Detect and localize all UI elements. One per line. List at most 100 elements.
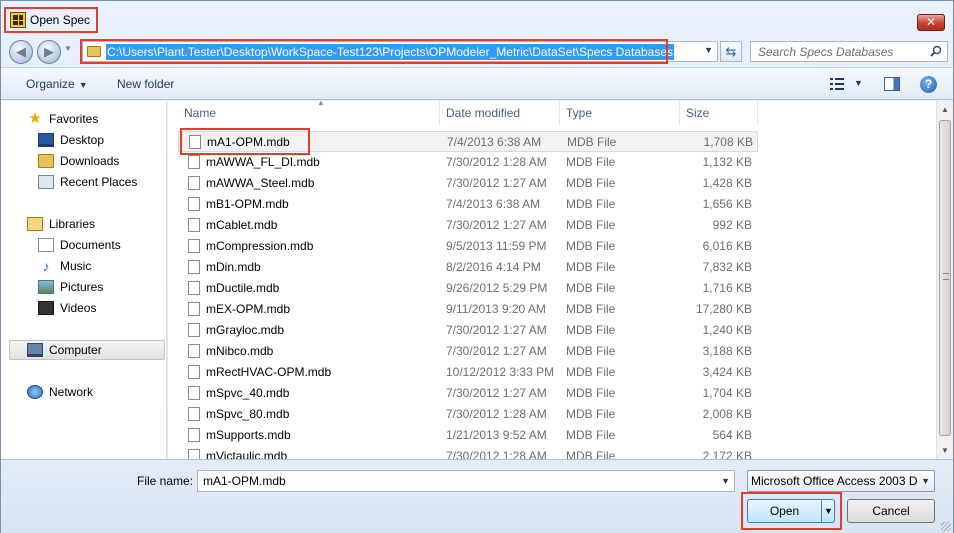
file-size: 1,704 KB [702,386,752,400]
file-size: 1,240 KB [702,323,752,337]
file-row[interactable]: mSpvc_40.mdb 7/30/2012 1:27 AM MDB File 1,7… [178,383,758,404]
file-date-modified: 8/2/2016 4:14 PM [446,260,541,274]
file-date-modified: 7/30/2012 1:27 AM [446,218,547,232]
file-type: MDB File [566,407,616,421]
file-row[interactable]: mCompression.mdb 9/5/2013 11:59 PM MDB Fil… [178,236,758,257]
address-dropdown-icon[interactable]: ▼ [704,45,713,55]
search-input[interactable]: Search Specs Databases [750,41,948,62]
scroll-up-icon[interactable]: ▲ [937,101,953,118]
address-row: ◀ ▶ ▼ C:\Users\Plant.Tester\Desktop\Work… [1,35,953,67]
library-icon [27,217,43,231]
column-header-name[interactable]: Name ▲ [178,101,440,125]
file-row[interactable]: mSupports.mdb 1/21/2013 9:52 AM MDB File 56… [178,425,758,446]
nav-libraries[interactable]: Libraries [27,214,95,234]
file-date-modified: 9/5/2013 11:59 PM [446,239,547,253]
scroll-thumb[interactable] [939,120,951,436]
file-icon [188,344,200,358]
search-icon[interactable] [930,45,942,57]
file-icon [188,449,200,459]
file-icon [188,302,200,316]
nav-recent-places[interactable]: Recent Places [38,172,137,192]
file-name: mSupports.mdb [206,428,291,442]
nav-recent-label: Recent Places [60,175,138,189]
file-icon [188,428,200,442]
file-date-modified: 7/4/2013 6:38 AM [446,197,541,211]
file-icon [188,386,200,400]
close-button[interactable]: ✕ [917,14,945,31]
file-name-dropdown-icon[interactable]: ▼ [721,476,730,486]
file-type: MDB File [566,386,616,400]
cancel-button[interactable]: Cancel [847,499,935,523]
organize-label: Organize [26,77,75,91]
file-type-select[interactable]: Microsoft Office Access 2003 D ▼ [747,470,935,492]
nav-desktop[interactable]: Desktop [38,130,104,150]
file-name: mCompression.mdb [206,239,314,253]
file-date-modified: 7/30/2012 1:27 AM [446,386,547,400]
nav-downloads-label: Downloads [60,154,120,168]
file-type: MDB File [566,344,616,358]
preview-pane-icon[interactable] [884,77,900,91]
file-name: mDin.mdb [206,260,261,274]
music-note-icon: ♪ [42,258,50,274]
document-icon [38,238,54,252]
recent-places-icon [38,175,54,189]
open-split-dropdown-icon[interactable]: ▼ [821,500,835,522]
recent-pages-dropdown[interactable]: ▼ [64,44,72,53]
file-type: MDB File [566,260,616,274]
nav-videos[interactable]: Videos [38,298,96,318]
nav-network[interactable]: Network [27,382,93,402]
file-name-input[interactable]: mA1-OPM.mdb ▼ [197,470,735,492]
new-folder-button[interactable]: New folder [117,77,174,91]
file-row[interactable]: mCablet.mdb 7/30/2012 1:27 AM MDB File 992 … [178,215,758,236]
command-bar: Organize ▼ New folder ▼ ? [1,67,953,100]
file-type: MDB File [566,155,616,169]
file-row[interactable]: mDin.mdb 8/2/2016 4:14 PM MDB File 7,832 KB [178,257,758,278]
file-row[interactable]: mGrayloc.mdb 7/30/2012 1:27 AM MDB File 1,2… [178,320,758,341]
file-row[interactable]: mVictaulic.mdb 7/30/2012 1:28 AM MDB File 2… [178,446,758,459]
file-size: 17,280 KB [695,302,752,316]
vertical-scrollbar[interactable]: ▲ ▼ [936,101,953,459]
resize-grip[interactable] [941,522,951,532]
file-size: 7,832 KB [702,260,752,274]
refresh-button[interactable]: ⇆ [720,41,742,62]
file-icon [188,218,200,232]
file-date-modified: 10/12/2012 3:33 PM [446,365,555,379]
file-name: mAWWA_Steel.mdb [206,176,315,190]
file-date-modified: 7/30/2012 1:28 AM [446,155,547,169]
file-name: mSpvc_40.mdb [206,386,290,400]
nav-computer[interactable]: Computer [9,340,165,360]
scroll-down-icon[interactable]: ▼ [937,442,953,459]
nav-favorites[interactable]: ★ Favorites [27,109,98,129]
file-size: 3,424 KB [702,365,752,379]
help-icon[interactable]: ? [920,76,937,93]
nav-downloads[interactable]: Downloads [38,151,119,171]
file-row[interactable]: mAWWA_Steel.mdb 7/30/2012 1:27 AM MDB File… [178,173,758,194]
file-row[interactable]: mNibco.mdb 7/30/2012 1:27 AM MDB File 3,188… [178,341,758,362]
column-header-date[interactable]: Date modified [440,101,560,125]
file-row[interactable]: mB1-OPM.mdb 7/4/2013 6:38 AM MDB File 1,656… [178,194,758,215]
file-row[interactable]: mEX-OPM.mdb 9/11/2013 9:20 AM MDB File 17,2… [178,299,758,320]
nav-documents[interactable]: Documents [38,235,121,255]
organize-menu[interactable]: Organize ▼ [26,77,88,91]
file-row[interactable]: mSpvc_80.mdb 7/30/2012 1:28 AM MDB File 2,0… [178,404,758,425]
file-type: MDB File [567,135,617,149]
file-row[interactable]: mAWWA_FL_DI.mdb 7/30/2012 1:28 AM MDB File… [178,152,758,173]
nav-music[interactable]: ♪ Music [38,256,92,276]
file-size: 992 KB [712,218,752,232]
nav-pictures[interactable]: Pictures [38,277,103,297]
view-options-icon[interactable] [830,78,844,90]
file-row[interactable]: mRectHVAC-OPM.mdb 10/12/2012 3:33 PM MDB F… [178,362,758,383]
back-button[interactable]: ◀ [9,40,33,64]
column-header-type[interactable]: Type [560,101,680,125]
open-button[interactable]: Open ▼ [747,499,835,523]
forward-button[interactable]: ▶ [37,40,61,64]
file-size: 1,708 KB [703,135,753,149]
file-name-label: File name: [137,474,194,488]
file-size: 1,132 KB [702,155,752,169]
file-type: MDB File [566,449,616,459]
column-header-size[interactable]: Size [680,101,758,125]
file-row[interactable]: mDuctile.mdb 9/26/2012 5:29 PM MDB File 1,7… [178,278,758,299]
file-name: mCablet.mdb [206,218,278,232]
nav-music-label: Music [60,259,92,273]
view-dropdown-icon[interactable]: ▼ [854,78,863,88]
